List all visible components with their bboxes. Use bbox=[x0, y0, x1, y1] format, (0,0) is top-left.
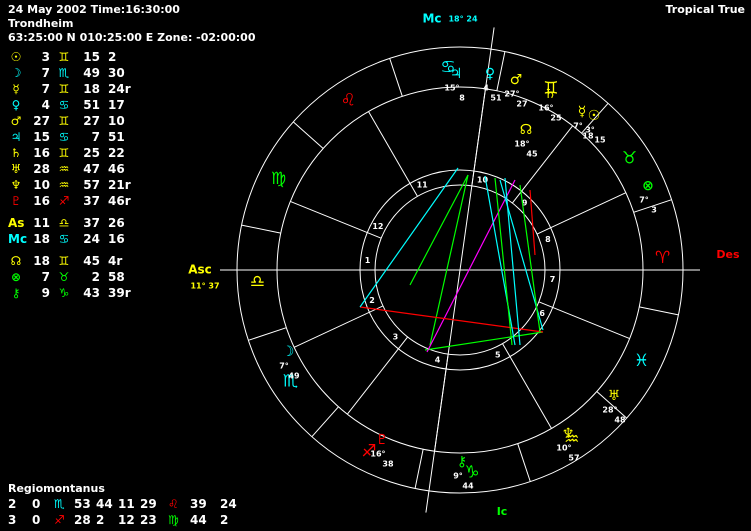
planet-degree: 9° bbox=[453, 472, 463, 481]
planet-minute: 27 bbox=[516, 100, 527, 109]
planet-degree: 16° bbox=[538, 104, 553, 113]
house-cusp-line bbox=[368, 111, 418, 197]
sign-divider bbox=[292, 121, 324, 149]
house-number: 3 bbox=[393, 332, 399, 341]
ascendant-position: 11° 37 bbox=[190, 282, 219, 291]
chart-planet-icon: ☽ bbox=[282, 344, 295, 360]
chart-planet-icon: ☊ bbox=[520, 122, 532, 138]
planet-degree: 15° bbox=[444, 84, 459, 93]
planet-degree: 16° bbox=[370, 450, 385, 459]
sign-divider bbox=[517, 443, 531, 482]
house-cusp-line bbox=[293, 305, 384, 348]
house-number: 2 bbox=[369, 296, 375, 305]
sign-divider bbox=[311, 406, 339, 438]
planet-minute: 57 bbox=[568, 454, 579, 463]
planet-minute: 38 bbox=[382, 460, 394, 469]
aspect-line bbox=[424, 331, 544, 351]
zodiac-sign-icon: ♓ bbox=[634, 351, 649, 371]
zodiac-sign-icon: ♉ bbox=[622, 148, 637, 168]
planet-minute: 8 bbox=[459, 94, 465, 103]
zodiac-sign-icon: ♎ bbox=[250, 272, 265, 292]
house-number: 7 bbox=[550, 275, 556, 284]
planet-degree: 4 bbox=[483, 84, 489, 93]
house-number: 12 bbox=[372, 222, 383, 231]
planet-degree: 3° bbox=[585, 126, 595, 135]
house-number: 11 bbox=[417, 181, 429, 190]
house-number: 4 bbox=[435, 356, 441, 365]
house-number: 8 bbox=[545, 235, 551, 244]
house-number: 6 bbox=[539, 309, 545, 318]
planet-degree: 10° bbox=[556, 444, 571, 453]
house-number: 1 bbox=[365, 256, 371, 265]
planet-degree: 7° bbox=[279, 362, 289, 371]
chart-planet-icon: ⚷ bbox=[457, 454, 467, 470]
planet-minute: 44 bbox=[462, 482, 474, 491]
sign-divider bbox=[248, 327, 287, 341]
planet-minute: 3 bbox=[651, 206, 657, 215]
chart-planet-icon: ♃ bbox=[450, 66, 463, 82]
house-cusp-line bbox=[538, 301, 630, 340]
sign-divider bbox=[496, 51, 506, 91]
planet-minute: 51 bbox=[490, 94, 502, 103]
chart-planet-icon: ⊗ bbox=[642, 178, 654, 194]
chart-planet-icon: ☉ bbox=[588, 108, 601, 124]
planet-degree: 28° bbox=[602, 406, 617, 415]
planet-minute: 48 bbox=[614, 416, 626, 425]
house-cusp-line bbox=[346, 336, 409, 415]
house-cusp-line bbox=[536, 192, 627, 235]
planet-degree: 7° bbox=[639, 196, 649, 205]
zodiac-sign-icon: ♍ bbox=[271, 169, 286, 189]
planet-minute: 15 bbox=[594, 136, 606, 145]
chart-planet-icon: ♂ bbox=[510, 72, 523, 88]
chart-planet-icon: ♇ bbox=[376, 432, 389, 448]
ascendant-label: Asc bbox=[188, 263, 212, 277]
chart-planet-icon: ♀ bbox=[485, 66, 495, 82]
descendant-label: Des bbox=[716, 248, 740, 261]
chart-planet-icon: ♅ bbox=[608, 388, 621, 404]
planet-degree: 27° bbox=[504, 90, 519, 99]
imum-coeli-label: Ic bbox=[497, 505, 508, 518]
zodiac-sign-icon: ♌ bbox=[341, 90, 356, 110]
house-cusp-line bbox=[502, 343, 552, 429]
chart-planet-icon: ♄ bbox=[544, 86, 557, 102]
natal-chart-wheel: ♈♉♊♋♌♍♎♏♐♑♒♓123456789101112Asc11° 37DesM… bbox=[188, 12, 740, 519]
midheaven-label: Mc bbox=[422, 12, 441, 26]
sign-divider bbox=[639, 306, 679, 316]
planet-degree: 7° bbox=[573, 122, 583, 131]
planet-minute: 45 bbox=[526, 150, 538, 159]
chart-planet-icon: ☿ bbox=[578, 104, 587, 120]
chart-planet-icon: ♆ bbox=[562, 426, 575, 442]
aspect-line bbox=[409, 174, 469, 286]
house-number: 5 bbox=[495, 350, 501, 359]
midheaven-position: 18° 24 bbox=[448, 15, 477, 24]
planet-minute: 25 bbox=[550, 114, 562, 123]
sign-divider bbox=[389, 58, 403, 97]
sign-divider bbox=[414, 449, 424, 489]
sign-divider bbox=[241, 224, 281, 234]
house-cusp-line bbox=[290, 200, 382, 239]
planet-minute: 49 bbox=[288, 372, 300, 381]
planet-degree: 18° bbox=[514, 140, 529, 149]
zodiac-sign-icon: ♈ bbox=[655, 248, 670, 268]
